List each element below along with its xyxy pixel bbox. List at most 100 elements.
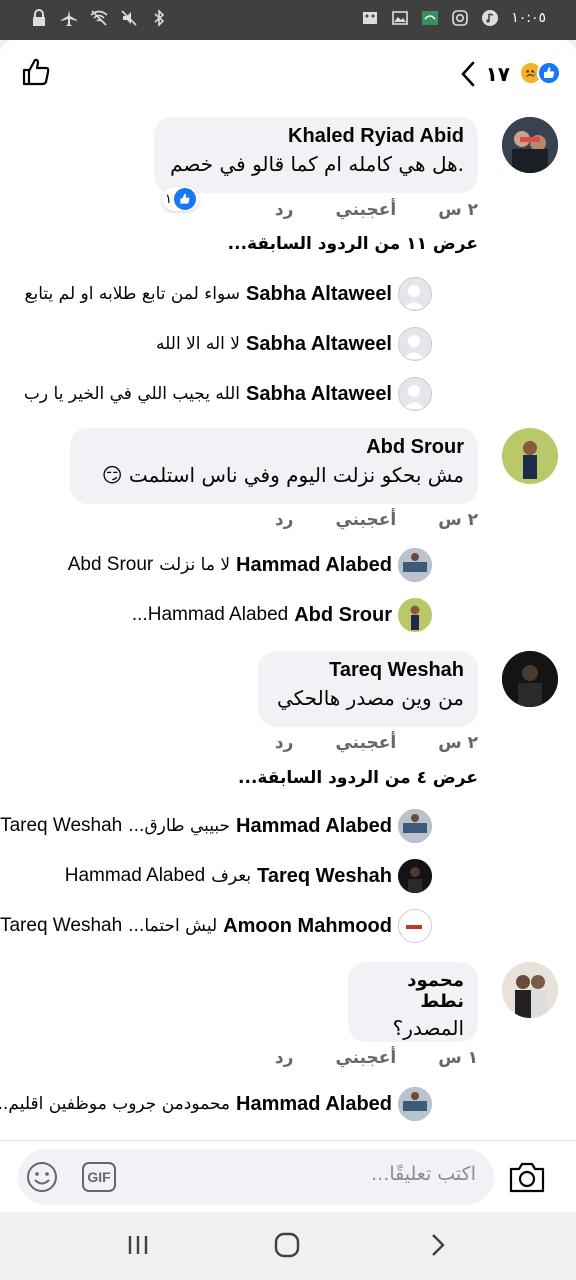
camera-icon[interactable] bbox=[508, 1159, 546, 1195]
reply-row[interactable]: Hammad Alabed لا ما نزلت Abd Srour bbox=[68, 548, 432, 582]
gif-button[interactable]: GIF bbox=[82, 1162, 116, 1192]
comment-bubble[interactable]: محمود نطط المصدر؟ bbox=[348, 962, 478, 1042]
reply-row[interactable]: Sabha Altaweel لا اله الا الله bbox=[156, 327, 432, 361]
app-icon bbox=[422, 11, 439, 25]
comment-author[interactable]: Abd Srour bbox=[84, 436, 464, 459]
home-icon[interactable] bbox=[272, 1230, 302, 1260]
reply-link[interactable]: رد bbox=[275, 733, 294, 753]
avatar[interactable] bbox=[398, 277, 432, 311]
comment-like-badge[interactable]: ١ bbox=[162, 187, 199, 211]
reply-text: سواء لمن تابع طلابه او لم يتابع bbox=[24, 284, 241, 304]
reply-row[interactable]: Tareq Weshah بعرف Hammad Alabed bbox=[65, 859, 432, 893]
avatar[interactable] bbox=[398, 598, 432, 632]
like-reaction-icon bbox=[537, 61, 561, 85]
chevron-left-icon[interactable] bbox=[458, 60, 478, 88]
reply-author[interactable]: Sabha Altaweel bbox=[246, 333, 392, 356]
reaction-count[interactable]: ١٧ bbox=[486, 62, 510, 86]
comment-time: ٢ س bbox=[438, 510, 478, 530]
bluetooth-icon bbox=[154, 9, 165, 27]
gallery-icon bbox=[392, 11, 409, 25]
view-previous-replies[interactable]: عرض ٤ من الردود السابقة... bbox=[238, 768, 478, 788]
back-icon[interactable] bbox=[423, 1230, 453, 1260]
comment-author[interactable]: Khaled Ryiad Abid bbox=[168, 125, 464, 148]
reply-author[interactable]: Hammad Alabed bbox=[236, 1093, 392, 1116]
dnd-icon bbox=[363, 12, 378, 24]
comment-time: ٢ س bbox=[438, 200, 478, 220]
reply-author[interactable]: Hammad Alabed bbox=[236, 815, 392, 838]
reply-text: بعرف bbox=[211, 866, 252, 886]
comment-meta: ٢ س أعجبني رد bbox=[275, 733, 478, 753]
comment-bubble[interactable]: Khaled Ryiad Abid .هل هي كامله ام كما قا… bbox=[154, 117, 478, 193]
reply-mention[interactable]: Abd Srour bbox=[68, 554, 154, 576]
like-link[interactable]: أعجبني bbox=[335, 510, 396, 530]
avatar[interactable] bbox=[502, 428, 558, 484]
comments-header: ١٧ bbox=[0, 40, 576, 110]
status-bar: ١٠:٠٥ bbox=[0, 0, 576, 40]
comment-author[interactable]: محمود نطط bbox=[362, 970, 464, 1012]
reply-row[interactable]: Hammad Alabed حبيبي طارق... Tareq Weshah bbox=[0, 809, 432, 843]
wifi-off-icon bbox=[90, 10, 108, 26]
airplane-icon bbox=[61, 10, 77, 26]
view-previous-replies[interactable]: عرض ١١ من الردود السابقة... bbox=[228, 234, 478, 254]
reply-text: محمودمن جروب موظفين اقليم... bbox=[0, 1094, 231, 1114]
avatar[interactable] bbox=[502, 962, 558, 1018]
reply-text: لا اله الا الله bbox=[156, 334, 241, 354]
reply-row[interactable]: Hammad Alabed محمودمن جروب موظفين اقليم.… bbox=[0, 1087, 432, 1121]
like-icon bbox=[173, 188, 196, 210]
reply-author[interactable]: Hammad Alabed bbox=[236, 554, 392, 577]
emoji-icon[interactable] bbox=[26, 1161, 58, 1193]
comment-text: المصدر؟ bbox=[392, 1016, 464, 1040]
avatar[interactable] bbox=[502, 117, 558, 173]
comment-bubble[interactable]: Abd Srour مش بحكو نزلت اليوم وفي ناس است… bbox=[70, 428, 478, 504]
avatar[interactable] bbox=[398, 327, 432, 361]
music-icon bbox=[482, 10, 499, 26]
status-right-icons: ١٠:٠٥ bbox=[361, 9, 546, 27]
avatar[interactable] bbox=[398, 1087, 432, 1121]
thumbs-up-icon[interactable] bbox=[20, 56, 52, 88]
reply-text: لا ما نزلت bbox=[159, 555, 231, 575]
reply-link[interactable]: رد bbox=[275, 1048, 294, 1068]
reply-mention[interactable]: Hammad Alabed bbox=[65, 865, 205, 887]
avatar[interactable] bbox=[398, 809, 432, 843]
reply-author[interactable]: Sabha Altaweel bbox=[246, 383, 392, 406]
comment-meta: ٢ س أعجبني رد bbox=[275, 510, 478, 530]
status-left-icons bbox=[30, 9, 168, 27]
like-link[interactable]: أعجبني bbox=[335, 733, 396, 753]
reply-link[interactable]: رد bbox=[275, 200, 294, 220]
avatar[interactable] bbox=[398, 377, 432, 411]
recent-apps-icon[interactable] bbox=[123, 1230, 153, 1260]
reply-mention[interactable]: Tareq Weshah bbox=[0, 815, 122, 837]
system-nav-bar bbox=[0, 1212, 576, 1280]
reply-mention[interactable]: Hammad Alabed... bbox=[132, 604, 288, 626]
avatar[interactable] bbox=[398, 859, 432, 893]
avatar[interactable] bbox=[398, 909, 432, 943]
reply-row[interactable]: Sabha Altaweel سواء لمن تابع طلابه او لم… bbox=[24, 277, 432, 311]
reaction-icons[interactable] bbox=[513, 61, 561, 87]
avatar[interactable] bbox=[502, 651, 558, 707]
instagram-icon bbox=[452, 10, 469, 26]
reply-author[interactable]: Amoon Mahmood bbox=[223, 915, 392, 938]
comment-composer-bar: GIF اكتب تعليقًا... bbox=[0, 1140, 576, 1212]
reply-link[interactable]: رد bbox=[275, 510, 294, 530]
comment-input[interactable]: GIF اكتب تعليقًا... bbox=[18, 1149, 494, 1205]
comment-bubble[interactable]: Tareq Weshah من وين مصدر هالحكي bbox=[258, 651, 478, 727]
comment-text: مش بحكو نزلت اليوم وفي ناس استلمت 😏 bbox=[101, 463, 464, 487]
reply-row[interactable]: Amoon Mahmood ليش احتما... Tareq Weshah bbox=[0, 909, 432, 943]
like-count: ١ bbox=[165, 191, 172, 207]
like-link[interactable]: أعجبني bbox=[335, 200, 396, 220]
reply-text: الله يجيب اللي في الخير يا رب bbox=[23, 384, 241, 404]
reply-mention[interactable]: Tareq Weshah bbox=[0, 915, 122, 937]
comment-text: من وين مصدر هالحكي bbox=[276, 686, 464, 710]
like-link[interactable]: أعجبني bbox=[335, 1048, 396, 1068]
reply-author[interactable]: Sabha Altaweel bbox=[246, 283, 392, 306]
reply-row[interactable]: Sabha Altaweel الله يجيب اللي في الخير ي… bbox=[24, 377, 432, 411]
reply-row[interactable]: Abd Srour Hammad Alabed... bbox=[132, 598, 432, 632]
comment-author[interactable]: Tareq Weshah bbox=[272, 659, 464, 682]
mute-icon bbox=[121, 10, 137, 26]
reply-author[interactable]: Tareq Weshah bbox=[257, 865, 392, 888]
comment-meta: ١ س أعجبني رد bbox=[275, 1048, 478, 1068]
avatar[interactable] bbox=[398, 548, 432, 582]
reply-author[interactable]: Abd Srour bbox=[294, 604, 392, 627]
reply-text: حبيبي طارق... bbox=[128, 816, 231, 836]
comments-sheet: ١٧ Khaled Ryiad Abid .هل هي كامله ام كما… bbox=[0, 40, 576, 1140]
